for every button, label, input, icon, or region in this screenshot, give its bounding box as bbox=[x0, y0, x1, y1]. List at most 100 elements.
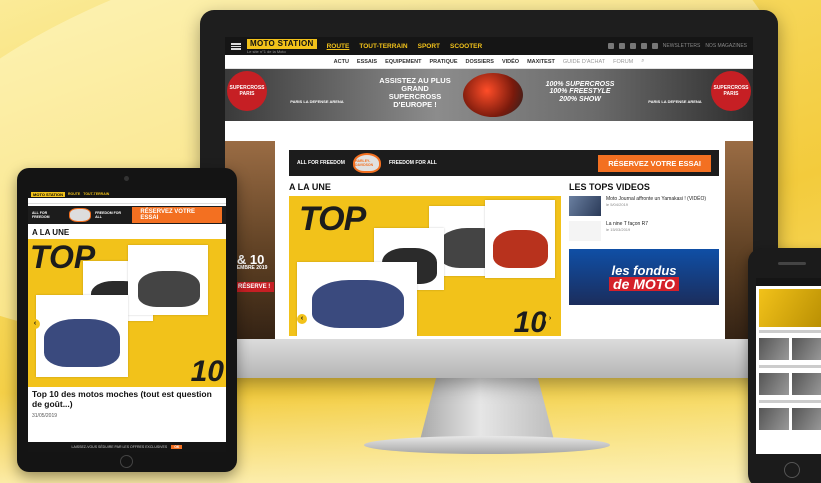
rider-image bbox=[463, 73, 523, 117]
phone-device bbox=[748, 248, 821, 483]
site-top-bar: MOTO STATION Le site n°1 de la Moto ROUT… bbox=[225, 37, 753, 55]
content-columns: A LA UNE TOP 10 ‹ › LES TOPS VIDEOS Moto… bbox=[283, 176, 725, 336]
motorcycle-image bbox=[493, 230, 548, 268]
tablet-footer-button[interactable]: OK bbox=[171, 445, 183, 449]
motorcycle-image bbox=[44, 319, 120, 367]
top-right-links: NEWSLETTERS NOS MAGAZINES bbox=[607, 43, 747, 49]
phone-thumb-row bbox=[756, 370, 821, 398]
tablet-footer-bar: LAISSEZ-VOUS SÉDUIRE PAR LES OFFRES EXCL… bbox=[28, 442, 226, 452]
phone-screen bbox=[756, 278, 821, 454]
facebook-icon[interactable] bbox=[607, 43, 614, 49]
tablet-category-route[interactable]: ROUTE bbox=[68, 192, 80, 196]
slider-next-icon[interactable]: › bbox=[545, 314, 555, 324]
harley-promo-bar[interactable]: ALL FOR FREEDOM HARLEY-DAVIDSON FREEDOM … bbox=[289, 150, 719, 176]
ad-line-1: les fondus bbox=[611, 262, 677, 278]
logo-text: MOTO STATION bbox=[247, 38, 317, 49]
menu-guide-achat[interactable]: GUIDE D'ACHAT bbox=[563, 59, 605, 65]
category-scooter[interactable]: SCOOTER bbox=[450, 43, 482, 50]
slider-prev-icon[interactable]: ‹ bbox=[30, 319, 40, 329]
video-item[interactable]: Moto Journal affronte un Yamakasi ! (VID… bbox=[569, 196, 719, 216]
menu-pratique[interactable]: PRATIQUE bbox=[429, 59, 457, 65]
tablet-footer-text: LAISSEZ-VOUS SÉDUIRE PAR LES OFFRES EXCL… bbox=[71, 445, 168, 449]
motorcycle-image bbox=[138, 271, 200, 307]
tablet-harley-promo[interactable]: ALL FOR FREEDOM FREEDOM FOR ALL RÉSERVEZ… bbox=[28, 206, 226, 224]
newsletters-link[interactable]: NEWSLETTERS bbox=[663, 43, 701, 49]
menu-maxitest[interactable]: MAXITEST bbox=[527, 59, 555, 65]
arena-logo-left: PARIS LA DEFENSE ARENA bbox=[290, 99, 344, 104]
monitor-stand-base bbox=[364, 436, 610, 454]
supercross-badge-right: SUPERCROSS PARIS bbox=[711, 71, 751, 111]
tablet-hero-slide[interactable]: TOP 10 ‹ bbox=[28, 239, 226, 387]
phone-thumbnail[interactable] bbox=[759, 373, 789, 395]
section-title-une: A LA UNE bbox=[289, 182, 331, 192]
tablet-menu bbox=[28, 198, 226, 204]
video-item[interactable]: La nine T façon R7 le 15/03/2019 bbox=[569, 221, 719, 241]
phone-thumbnail[interactable] bbox=[792, 373, 821, 395]
phone-thumbnail[interactable] bbox=[759, 338, 789, 360]
tablet-logo[interactable]: MOTO STATION bbox=[31, 191, 65, 197]
phone-thumbnail[interactable] bbox=[792, 338, 821, 360]
phone-hero[interactable] bbox=[759, 289, 821, 327]
arena-logo-right: PARIS LA DEFENSE ARENA bbox=[648, 99, 702, 104]
tablet-screen: MOTO STATION ROUTE TOUT-TERRAIN ALL FOR … bbox=[28, 190, 226, 452]
home-button-icon[interactable] bbox=[784, 462, 800, 478]
motorcycle-image bbox=[312, 280, 404, 328]
video-thumbnail[interactable] bbox=[569, 221, 601, 241]
twitter-icon[interactable] bbox=[629, 43, 636, 49]
hero-top-text: TOP bbox=[299, 200, 366, 238]
section-title-videos: LES TOPS VIDEOS bbox=[569, 182, 650, 192]
banner-headline: ASSISTEZ AU PLUS GRAND SUPERCROSS D'EURO… bbox=[379, 76, 451, 109]
magazines-link[interactable]: NOS MAGAZINES bbox=[705, 43, 747, 49]
tablet-article-title[interactable]: Top 10 des motos moches (tout est questi… bbox=[28, 387, 226, 413]
video-thumbnail[interactable] bbox=[569, 196, 601, 216]
tablet-top-bar: MOTO STATION ROUTE TOUT-TERRAIN bbox=[28, 190, 226, 198]
bike-photo bbox=[297, 262, 417, 336]
phone-thumb-row bbox=[756, 405, 821, 433]
site-logo[interactable]: MOTO STATION Le site n°1 de la Moto bbox=[247, 38, 317, 54]
video-date: le 5/04/2019 bbox=[606, 202, 629, 208]
slider-prev-icon[interactable]: ‹ bbox=[297, 314, 307, 324]
menu-essais[interactable]: ESSAIS bbox=[357, 59, 377, 65]
instagram-icon[interactable] bbox=[618, 43, 625, 49]
menu-dossiers[interactable]: DOSSIERS bbox=[466, 59, 494, 65]
bike-photo bbox=[485, 200, 555, 278]
hero-slide[interactable]: TOP 10 ‹ › bbox=[289, 196, 561, 336]
fondus-de-moto-ad[interactable]: les fondus de MOTO bbox=[569, 249, 719, 305]
camera-icon bbox=[124, 176, 129, 181]
tablet-hero-number: 10 bbox=[190, 355, 224, 387]
menu-actu[interactable]: ACTU bbox=[334, 59, 349, 65]
tablet-device: MOTO STATION ROUTE TOUT-TERRAIN ALL FOR … bbox=[17, 168, 237, 472]
category-route[interactable]: ROUTE bbox=[327, 43, 350, 50]
phone-thumbnail[interactable] bbox=[759, 408, 789, 430]
harley-logo: HARLEY-DAVIDSON bbox=[352, 153, 381, 173]
phone-text-line bbox=[759, 365, 821, 368]
menu-video[interactable]: VIDÉO bbox=[502, 59, 519, 65]
phone-thumb-row bbox=[756, 335, 821, 363]
tablet-category-tout-terrain[interactable]: TOUT-TERRAIN bbox=[83, 192, 109, 196]
tablet-reserve-button[interactable]: RÉSERVEZ VOTRE ESSAI bbox=[132, 207, 222, 223]
desktop-monitor: MOTO STATION Le site n°1 de la Moto ROUT… bbox=[200, 10, 778, 378]
search-icon[interactable]: ⌕ bbox=[641, 58, 644, 65]
bike-photo bbox=[128, 245, 208, 315]
bike-photo bbox=[36, 295, 128, 377]
supercross-banner[interactable]: SUPERCROSS PARIS PARIS LA DEFENSE ARENA … bbox=[225, 69, 753, 121]
side-column: LES TOPS VIDEOS Moto Journal affronte un… bbox=[569, 182, 719, 336]
home-button-icon[interactable] bbox=[120, 455, 133, 468]
banner-slogan: 100% SUPERCROSS 100% FREESTYLE 200% SHOW bbox=[545, 81, 615, 103]
tablet-promo-right: FREEDOM FOR ALL bbox=[95, 211, 121, 219]
category-tout-terrain[interactable]: TOUT-TERRAIN bbox=[359, 43, 407, 50]
phone-thumbnail[interactable] bbox=[792, 408, 821, 430]
book-test-ride-button[interactable]: RÉSERVEZ VOTRE ESSAI bbox=[598, 154, 711, 172]
tablet-promo-left: ALL FOR FREEDOM bbox=[32, 211, 50, 219]
menu-forum[interactable]: FORUM bbox=[613, 59, 633, 65]
tablet-article-date: 31/05/2019 bbox=[32, 412, 58, 419]
youtube-icon[interactable] bbox=[640, 43, 647, 49]
promo-left-text: ALL FOR FREEDOM bbox=[297, 160, 345, 166]
mail-icon[interactable] bbox=[651, 43, 658, 49]
category-sport[interactable]: SPORT bbox=[418, 43, 440, 50]
harley-logo bbox=[69, 208, 92, 222]
hamburger-menu-icon[interactable] bbox=[231, 42, 241, 50]
video-date: le 15/03/2019 bbox=[606, 227, 631, 233]
menu-equipement[interactable]: EQUIPEMENT bbox=[385, 59, 421, 65]
desktop-screen: MOTO STATION Le site n°1 de la Moto ROUT… bbox=[225, 37, 753, 339]
